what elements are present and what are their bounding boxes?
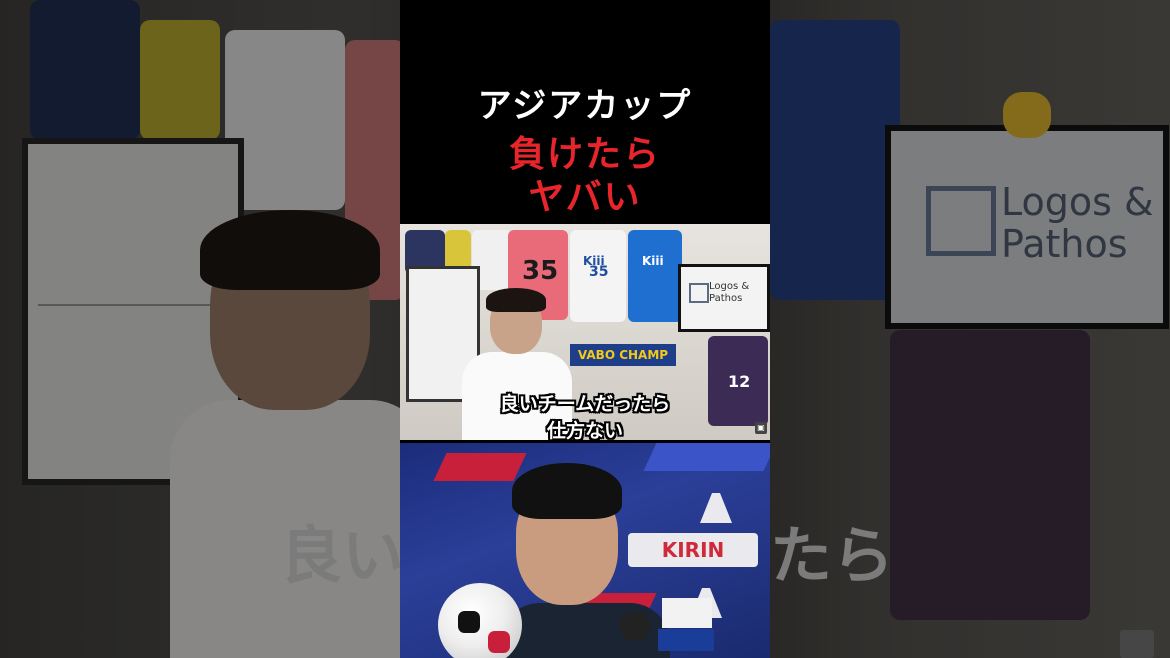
name-plate bbox=[662, 598, 712, 628]
video-frame[interactable]: アジアカップ 負けたら ヤバい 35 35 12 Kiii Kiii Logos… bbox=[400, 0, 770, 658]
banner: VABO CHAMP bbox=[570, 344, 676, 366]
soccer-ball-icon bbox=[438, 583, 522, 658]
jersey-sponsor: Kiii bbox=[642, 254, 664, 268]
presenter-video: 35 35 12 Kiii Kiii Logos & Pathos VABO C… bbox=[400, 224, 770, 440]
jersey-number: 35 bbox=[522, 256, 559, 286]
subtitle-line-2: 仕方ない bbox=[546, 420, 623, 440]
channel-corner-icon: ▣ bbox=[755, 422, 767, 434]
title-panel: アジアカップ 負けたら ヤバい bbox=[400, 0, 770, 218]
microphone-icon bbox=[620, 611, 650, 641]
press-conference-photo: KIRIN bbox=[400, 443, 770, 658]
jersey-blue bbox=[628, 230, 682, 322]
title-line-1: アジアカップ bbox=[477, 86, 693, 126]
subtitle-line-1: 良いチームだったら bbox=[499, 393, 671, 415]
logo-square-icon bbox=[689, 283, 709, 303]
adidas-logo-icon bbox=[700, 493, 732, 523]
tv-screen: Logos & Pathos bbox=[678, 264, 770, 332]
name-plate bbox=[658, 629, 714, 651]
tv-logo-text: Logos & Pathos bbox=[709, 281, 750, 304]
title-line-3: ヤバい bbox=[528, 177, 642, 218]
jersey-sponsor: Kiii bbox=[583, 254, 605, 268]
